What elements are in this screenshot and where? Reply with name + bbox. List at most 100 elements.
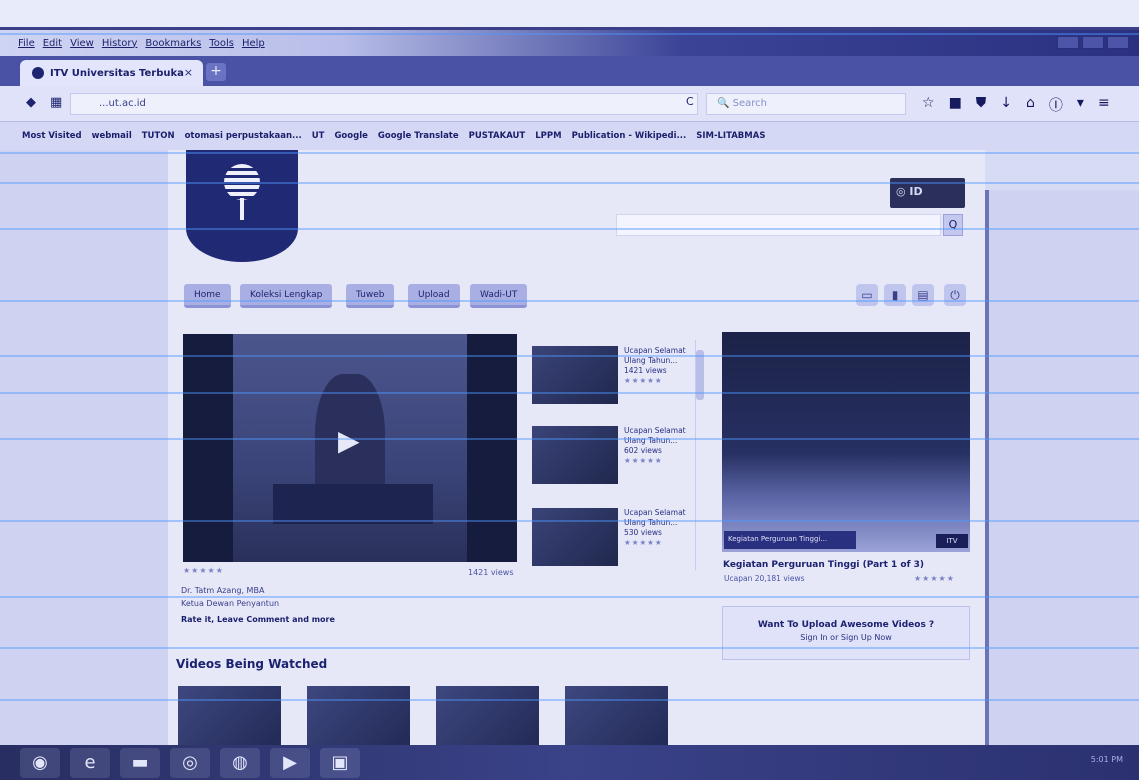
featured-rating[interactable]: ★★★★★	[183, 566, 224, 575]
calendar-icon[interactable]: ▤	[912, 284, 934, 306]
logo-stem	[240, 198, 244, 220]
addon-icon[interactable]: Ⓘ	[1049, 95, 1063, 115]
bookmark-google-translate[interactable]: Google Translate	[378, 131, 459, 141]
right-video-title[interactable]: Kegiatan Perguruan Tinggi (Part 1 of 3)	[723, 560, 924, 570]
identity-icon[interactable]: ▦	[50, 95, 62, 110]
app-window-icon[interactable]: ▣	[320, 747, 360, 778]
bookmark-ut[interactable]: UT	[312, 131, 325, 141]
tv-icon[interactable]: ▭	[856, 284, 878, 306]
new-tab-button[interactable]: +	[206, 63, 226, 81]
menu-history[interactable]: History	[102, 38, 138, 49]
ut-logo[interactable]	[186, 150, 298, 262]
video-views: 530 views	[624, 528, 662, 537]
close-window-button[interactable]	[1107, 36, 1129, 49]
menu-tools[interactable]: Tools	[209, 38, 234, 49]
watched-video-thumbnail[interactable]	[436, 686, 539, 746]
video-thumbnail[interactable]	[532, 426, 618, 484]
firefox-icon[interactable]: ◎	[170, 747, 210, 778]
power-icon[interactable]: ⏻	[944, 284, 966, 306]
tab-title: ITV Universitas Terbuka	[50, 67, 184, 79]
mic-icon[interactable]: ▮	[884, 284, 906, 306]
play-icon[interactable]: ▶	[338, 424, 360, 457]
videos-being-watched-heading: Videos Being Watched	[176, 657, 328, 671]
system-clock: 5:01 PM	[1090, 755, 1123, 764]
start-button-icon[interactable]: ◉	[20, 747, 60, 778]
video-thumbnail[interactable]	[532, 508, 618, 566]
tab-itv[interactable]: ITV Universitas Terbuka ×	[20, 60, 203, 86]
video-list-item[interactable]: Ucapan Selamat Ulang Tahun... 602 views …	[532, 426, 692, 492]
video-views: 602 views	[624, 446, 662, 455]
video-thumbnail[interactable]	[532, 346, 618, 404]
bookmark-sim-litabmas[interactable]: SIM-LITABMAS	[696, 131, 765, 141]
video-title[interactable]: Ucapan Selamat Ulang Tahun...	[624, 346, 690, 366]
site-favicon-icon	[32, 67, 44, 79]
bookmark-star-icon[interactable]: ☆	[922, 95, 935, 115]
bookmark-publication[interactable]: Publication - Wikipedi...	[572, 131, 687, 141]
home-icon[interactable]: ⌂	[1026, 95, 1035, 115]
hamburger-menu-icon[interactable]: ≡	[1098, 95, 1110, 115]
featured-video-player[interactable]: ▶	[183, 334, 517, 562]
watched-video-thumbnail[interactable]	[307, 686, 410, 746]
download-icon[interactable]: ↓	[1000, 95, 1012, 115]
toolbar-icons: ☆ ■ ⛊ ↓ ⌂ Ⓘ ▾ ≡	[922, 95, 1110, 115]
sign-in-link[interactable]: Sign In or Sign Up Now	[723, 633, 969, 642]
search-placeholder: Search	[732, 98, 767, 109]
right-video-meta: Ucapan 20,181 views	[724, 574, 805, 583]
minimize-button[interactable]	[1057, 36, 1079, 49]
reload-icon[interactable]: C	[686, 95, 694, 108]
browser-search-input[interactable]: 🔍 Search	[706, 93, 906, 115]
menu-edit[interactable]: Edit	[43, 38, 62, 49]
video-list-item[interactable]: Ucapan Selamat Ulang Tahun... 1421 views…	[532, 346, 692, 412]
menu-view[interactable]: View	[70, 38, 94, 49]
watched-video-thumbnail[interactable]	[178, 686, 281, 746]
scrollbar-thumb[interactable]	[696, 350, 704, 400]
web-page: ◎ ID Q Home Koleksi Lengkap Tuweb Upload…	[0, 150, 1139, 746]
media-player-icon[interactable]: ▶	[270, 747, 310, 778]
watched-video-thumbnail[interactable]	[565, 686, 668, 746]
menu-file[interactable]: File	[18, 38, 35, 49]
menu-help[interactable]: Help	[242, 38, 265, 49]
video-rating: ★★★★★	[624, 538, 663, 547]
nav-tab-tuweb[interactable]: Tuweb	[346, 284, 395, 308]
site-search-input[interactable]	[616, 214, 941, 236]
nav-tab-home[interactable]: Home	[184, 284, 231, 308]
dropdown-icon[interactable]: ▾	[1077, 95, 1084, 115]
upload-promo-title: Want To Upload Awesome Videos ?	[757, 620, 935, 630]
page-right-margin	[985, 190, 1139, 745]
video-title[interactable]: Ucapan Selamat Ulang Tahun...	[624, 426, 690, 446]
featured-action-link[interactable]: Rate it, Leave Comment and more	[181, 615, 335, 624]
video-list-item[interactable]: Ucapan Selamat Ulang Tahun... 530 views …	[532, 508, 692, 574]
internet-explorer-icon[interactable]: e	[70, 747, 110, 778]
video-views: 1421 views	[624, 366, 667, 375]
bookmark-lppm[interactable]: LPPM	[535, 131, 561, 141]
bookmark-tuton[interactable]: TUTON	[142, 131, 175, 141]
video-title[interactable]: Ucapan Selamat Ulang Tahun...	[624, 508, 690, 528]
globe-icon	[224, 164, 260, 200]
window-controls	[1057, 36, 1129, 49]
maximize-button[interactable]	[1082, 36, 1104, 49]
url-field[interactable]: ...ut.ac.id	[70, 93, 698, 115]
bookmarks-menu-icon[interactable]: ■	[949, 95, 962, 115]
site-search-button[interactable]: Q	[943, 214, 963, 236]
bookmark-otomasi[interactable]: otomasi perpustakaan...	[185, 131, 302, 141]
menu-bookmarks[interactable]: Bookmarks	[145, 38, 201, 49]
nav-tab-wadi-ut[interactable]: Wadi-UT	[470, 284, 528, 308]
bookmark-pustakaut[interactable]: PUSTAKAUT	[469, 131, 526, 141]
bookmark-most-visited[interactable]: Most Visited	[22, 131, 82, 141]
language-badge[interactable]: ◎ ID	[890, 178, 965, 208]
tab-close-icon[interactable]: ×	[184, 66, 193, 79]
featured-speaker-role: Ketua Dewan Penyantun	[181, 599, 280, 608]
back-icon[interactable]: ◆	[26, 95, 36, 110]
nav-tab-koleksi[interactable]: Koleksi Lengkap	[240, 284, 333, 308]
bookmark-webmail[interactable]: webmail	[92, 131, 132, 141]
right-video-rating[interactable]: ★★★★★	[914, 574, 955, 583]
bookmark-google[interactable]: Google	[334, 131, 367, 141]
nav-tab-upload[interactable]: Upload	[408, 284, 460, 308]
right-video-player[interactable]	[722, 332, 970, 552]
right-video-badge: ITV	[936, 534, 968, 548]
chrome-icon[interactable]: ◍	[220, 747, 260, 778]
file-explorer-icon[interactable]: ▬	[120, 747, 160, 778]
pocket-icon[interactable]: ⛊	[976, 95, 987, 115]
video-rating: ★★★★★	[624, 376, 663, 385]
page-left-margin	[0, 150, 168, 745]
